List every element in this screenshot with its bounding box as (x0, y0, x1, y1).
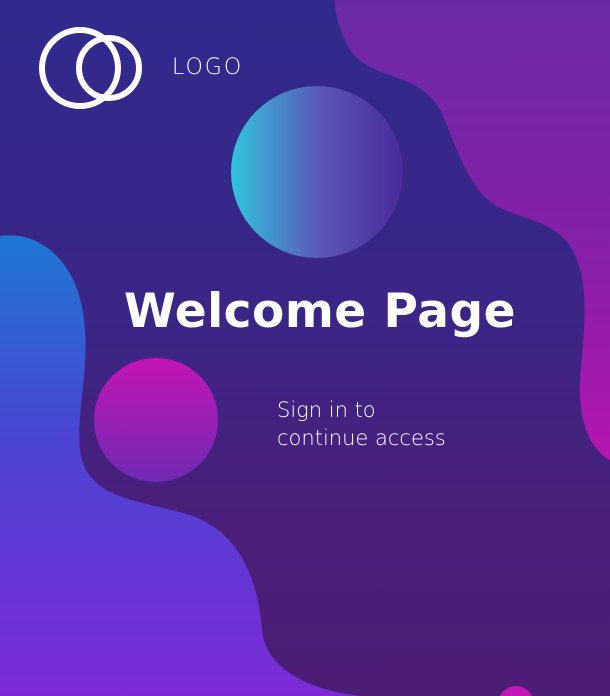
overlapping-rings-icon (39, 27, 142, 109)
magenta-sphere-shape (94, 358, 218, 482)
subtitle-line-1: Sign in to (277, 398, 376, 422)
logo: LOGO (36, 24, 243, 112)
logo-text: LOGO (172, 54, 244, 80)
page-title: Welcome Page (124, 284, 516, 339)
page-subtitle: Sign in to continue access (277, 396, 446, 452)
welcome-screen: LOGO Welcome Page Sign in to continue ac… (0, 0, 610, 696)
subtitle-line-2: continue access (277, 426, 446, 450)
cyan-sphere-shape (231, 86, 403, 258)
